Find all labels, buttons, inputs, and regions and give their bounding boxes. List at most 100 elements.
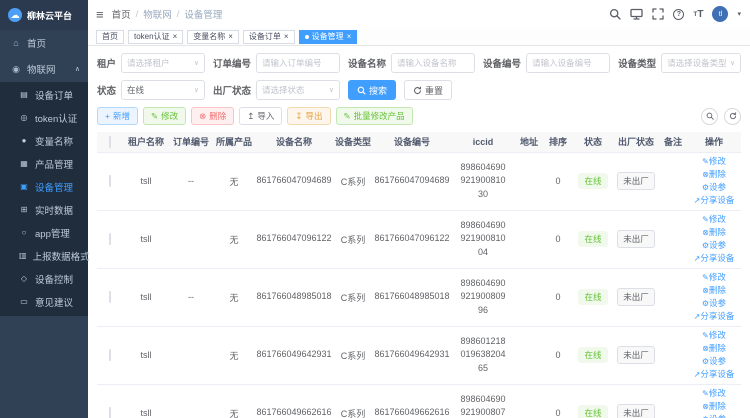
add-button[interactable]: +新增 [97, 107, 138, 125]
sidebar-item-app-manage[interactable]: ○app管理 [0, 221, 88, 244]
delete-device-link[interactable]: ⊗删除 [687, 168, 741, 181]
edit-button[interactable]: ✎修改 [143, 107, 186, 125]
select-all-checkbox[interactable] [109, 136, 111, 148]
sidebar-item-variable-name[interactable]: ●变量名称 [0, 129, 88, 152]
tab-home[interactable]: 首页 [96, 30, 124, 44]
row-checkbox[interactable] [109, 407, 111, 418]
tab-close-icon[interactable]: × [284, 33, 289, 41]
delete-device-link[interactable]: ⊗删除 [687, 342, 741, 355]
edit-device-link[interactable]: ✎修改 [687, 155, 741, 168]
column-header: 租户名称 [123, 132, 169, 152]
topbar: ≡ 首页/物联网/设备管理 ? TT tl ▾ [88, 0, 750, 28]
sidebar-item-token-auth[interactable]: ◎token认证 [0, 106, 88, 129]
order-no-input[interactable] [256, 53, 340, 73]
cell-device-name: 861766049662616 [255, 384, 333, 418]
set-params-link[interactable]: ⚙设参 [687, 239, 741, 252]
tab-close-icon[interactable]: × [347, 33, 352, 41]
delete-icon: ⊗ [702, 228, 709, 237]
share-device-link[interactable]: ↗分享设备 [687, 368, 741, 381]
collapse-menu-icon[interactable]: ≡ [88, 8, 112, 21]
app-logo[interactable]: ☁ 柳林云平台 [0, 0, 88, 30]
cell-product: 无 [213, 152, 255, 210]
device-type-filter: 设备类型 请选择设备类型 ∨ [618, 53, 741, 73]
tab-device-manage[interactable]: 设备管理× [299, 30, 358, 44]
chevron-down-icon[interactable]: ▾ [737, 10, 741, 18]
sidebar-item-device-control[interactable]: ◇设备控制 [0, 267, 88, 290]
edit-device-link[interactable]: ✎修改 [687, 213, 741, 226]
share-device-link[interactable]: ↗分享设备 [687, 252, 741, 265]
sidebar-item-realtime-data[interactable]: ⊞实时数据 [0, 198, 88, 221]
delete-device-link[interactable]: ⊗删除 [687, 400, 741, 413]
sidebar-item-report-format[interactable]: ▥上报数据格式 [0, 244, 88, 267]
sidebar-item-product-manage[interactable]: ▦产品管理 [0, 152, 88, 175]
import-button[interactable]: ↥导入 [239, 107, 282, 125]
search-icon[interactable] [609, 8, 621, 20]
status-select[interactable]: 在线 ∨ [121, 80, 205, 100]
cell-order-no [169, 326, 213, 384]
tenant-select[interactable]: 请选择租户 ∨ [121, 53, 205, 73]
monitor-icon[interactable] [630, 8, 643, 20]
share-device-link[interactable]: ↗分享设备 [687, 194, 741, 207]
row-checkbox[interactable] [109, 233, 111, 245]
set-params-link[interactable]: ⚙设参 [687, 181, 741, 194]
device-no-label: 设备编号 [483, 56, 521, 70]
cell-device-name: 861766047094689 [255, 152, 333, 210]
font-size-icon[interactable]: TT [693, 9, 703, 20]
sidebar-item-feedback[interactable]: ▭意见建议 [0, 290, 88, 313]
sidebar-item-home[interactable]: ⌂ 首页 [0, 30, 88, 56]
cell-select [97, 268, 123, 326]
help-icon[interactable]: ? [673, 9, 684, 20]
row-checkbox[interactable] [109, 175, 111, 187]
edit-device-link[interactable]: ✎修改 [687, 271, 741, 284]
sidebar-item-iot[interactable]: ◉ 物联网 ∧ [0, 56, 88, 82]
row-checkbox[interactable] [109, 291, 111, 303]
tab-close-icon[interactable]: × [173, 33, 178, 41]
breadcrumb-item[interactable]: 首页 [112, 7, 131, 21]
toolbar: +新增 ✎修改 ⊗删除 ↥导入 ↧导出 ✎批量修改产品 [97, 107, 741, 125]
avatar[interactable]: tl [712, 6, 728, 22]
sidebar-item-label: token认证 [35, 111, 77, 125]
reset-button[interactable]: 重置 [404, 80, 452, 100]
search-icon [357, 86, 366, 95]
cell-device-type: C系列 [333, 326, 373, 384]
factory-status-select[interactable]: 请选择状态 ∨ [256, 80, 340, 100]
row-checkbox[interactable] [109, 349, 111, 361]
tab-device-order[interactable]: 设备订单× [243, 30, 295, 44]
fullscreen-icon[interactable] [652, 8, 664, 20]
status-filter: 状态 在线 ∨ [97, 80, 205, 100]
chevron-down-icon: ∨ [730, 59, 735, 67]
batch-edit-product-button[interactable]: ✎批量修改产品 [336, 107, 413, 125]
device-name-filter: 设备名称 [348, 53, 475, 73]
table-header-row: 租户名称订单编号所属产品设备名称设备类型设备编号iccid地址排序状态出厂状态备… [97, 132, 741, 152]
cell-actions: ✎修改⊗删除⚙设参↗分享设备 [687, 268, 741, 326]
factory-status-badge: 未出厂 [617, 172, 655, 190]
set-params-link[interactable]: ⚙设参 [687, 297, 741, 310]
breadcrumb-item[interactable]: 物联网 [143, 7, 172, 21]
column-header: iccid [451, 132, 515, 152]
tab-token-auth[interactable]: token认证× [128, 30, 183, 44]
sidebar-item-device-manage[interactable]: ▣设备管理 [0, 175, 88, 198]
set-params-link[interactable]: ⚙设参 [687, 413, 741, 418]
factory-status-badge: 未出厂 [617, 346, 655, 364]
cell-product: 无 [213, 326, 255, 384]
tab-close-icon[interactable]: × [228, 33, 233, 41]
device-name-input[interactable] [391, 53, 475, 73]
tabs: 首页 token认证× 变量名称× 设备订单× 设备管理× [88, 28, 750, 46]
set-params-link[interactable]: ⚙设参 [687, 355, 741, 368]
device-type-select[interactable]: 请选择设备类型 ∨ [661, 53, 741, 73]
export-button[interactable]: ↧导出 [287, 107, 330, 125]
sidebar-item-device-order[interactable]: ▤设备订单 [0, 83, 88, 106]
order-no-filter: 订单编号 [213, 53, 340, 73]
delete-device-link[interactable]: ⊗删除 [687, 226, 741, 239]
delete-button[interactable]: ⊗删除 [191, 107, 234, 125]
toggle-search-button[interactable] [701, 108, 718, 125]
edit-device-link[interactable]: ✎修改 [687, 329, 741, 342]
delete-device-link[interactable]: ⊗删除 [687, 284, 741, 297]
upload-icon: ↥ [247, 111, 254, 122]
search-button[interactable]: 搜索 [348, 80, 396, 100]
device-no-input[interactable] [526, 53, 610, 73]
tab-variable-name[interactable]: 变量名称× [187, 30, 239, 44]
edit-device-link[interactable]: ✎修改 [687, 387, 741, 400]
share-device-link[interactable]: ↗分享设备 [687, 310, 741, 323]
refresh-table-button[interactable] [724, 108, 741, 125]
